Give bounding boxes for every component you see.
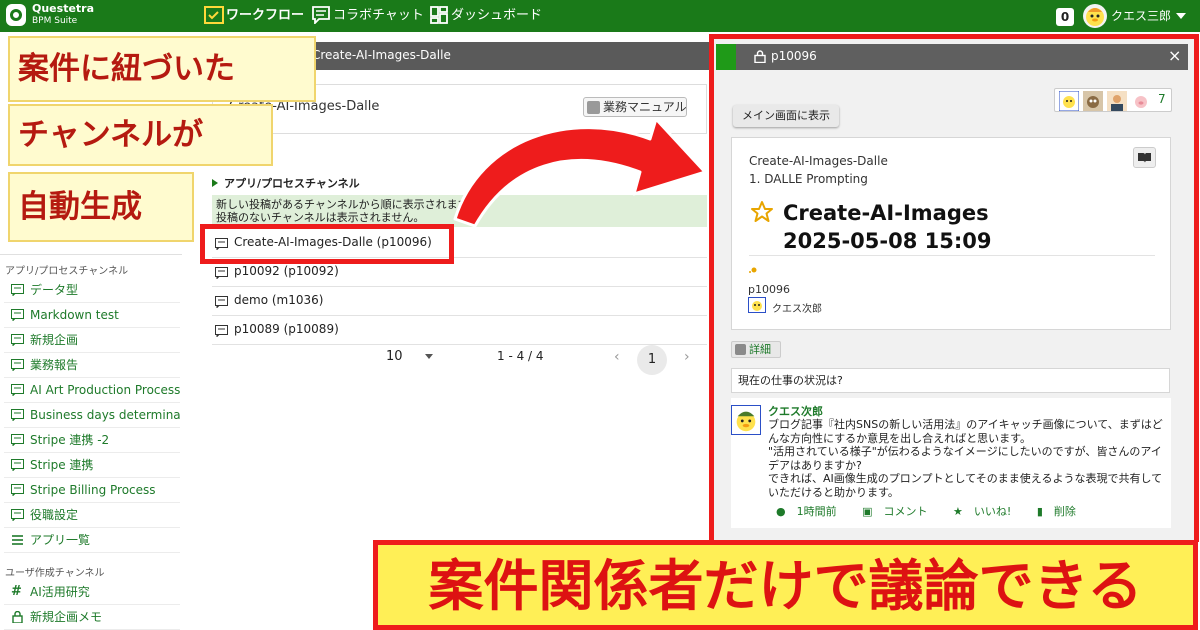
chevron-down-icon — [424, 354, 433, 359]
nav-chat-label: コラボチャット — [333, 8, 424, 23]
sidebar-item[interactable]: 役職設定 — [4, 503, 180, 528]
sidebar-item[interactable]: Stripe Billing Process — [4, 478, 180, 503]
page-size-select[interactable]: 10 — [386, 349, 433, 364]
sidebar-item-label: Stripe 連携 -2 — [30, 433, 110, 447]
page-range: 1 - 4 / 4 — [497, 349, 544, 363]
user-avatar[interactable] — [1083, 4, 1107, 28]
user-name[interactable]: クエス三郎 — [1111, 8, 1171, 24]
nav-dashboard[interactable]: ダッシュボード — [430, 6, 542, 26]
sidebar-item[interactable]: Stripe 連携 -2 — [4, 428, 180, 453]
channel-icon — [11, 509, 24, 521]
channel-icon — [11, 309, 24, 321]
sidebar-item[interactable]: Markdown test — [4, 303, 180, 328]
channel-row-label: p10092 (p10092) — [234, 264, 339, 278]
channel-icon — [215, 296, 228, 308]
duck-avatar-icon — [1086, 8, 1104, 26]
sidebar-item-label: アプリ一覧 — [30, 533, 91, 547]
sidebar-item[interactable]: 新規企画 — [4, 328, 180, 353]
notification-badge[interactable]: 0 — [1056, 8, 1074, 26]
hash-icon: # — [11, 584, 22, 599]
channel-icon — [215, 267, 228, 279]
channel-row[interactable]: p10089 (p10089) — [212, 316, 707, 345]
sidebar-item-app-list[interactable]: アプリ一覧 — [4, 528, 180, 553]
dashboard-icon — [430, 6, 448, 24]
callout-line-3: 自動生成 — [8, 172, 194, 242]
nav-workflow-label: ワークフロー — [226, 8, 305, 23]
channel-highlight-frame — [200, 224, 454, 264]
channel-row-label: p10089 (p10089) — [234, 322, 339, 336]
sidebar-user-item[interactable]: 新規企画メモ — [4, 605, 180, 630]
bottom-callout: 案件関係者だけで議論できる — [373, 540, 1198, 630]
chat-icon — [312, 6, 330, 24]
sidebar-item[interactable]: 業務報告 — [4, 353, 180, 378]
nav-workflow[interactable]: ワークフロー — [204, 6, 304, 26]
questetra-logo-icon — [6, 4, 26, 26]
sidebar-item[interactable]: Business days determina… — [4, 403, 180, 428]
channel-icon — [11, 484, 24, 496]
channel-row[interactable]: demo (m1036) — [212, 287, 707, 316]
callout-line-2: チャンネルが — [8, 104, 273, 166]
prev-page-icon[interactable]: ‹ — [614, 349, 620, 365]
sidebar-section-app: アプリ/プロセスチャンネル — [5, 266, 129, 277]
user-menu-caret-icon[interactable] — [1176, 13, 1186, 19]
channel-section-label: アプリ/プロセスチャンネル — [224, 177, 360, 190]
lock-icon — [12, 611, 23, 623]
page-button[interactable]: 1 — [637, 345, 667, 375]
sidebar-item-label: 業務報告 — [30, 358, 79, 372]
sidebar-item-label: Markdown test — [30, 308, 119, 322]
brand-subtitle: BPM Suite — [32, 16, 78, 26]
channel-icon — [11, 409, 24, 421]
sidebar-item-label: Business days determina… — [30, 408, 180, 422]
brand-name: Questetra — [32, 2, 95, 15]
curved-arrow-icon — [453, 117, 707, 228]
sidebar-item-label: AI Art Production Process — [30, 383, 180, 397]
sidebar-item[interactable]: Stripe 連携 — [4, 453, 180, 478]
sidebar-item-label: Stripe Billing Process — [30, 483, 156, 497]
sidebar-user-item[interactable]: # AI活用研究 — [4, 580, 180, 605]
channel-icon — [215, 325, 228, 337]
sidebar-item-label: 新規企画メモ — [30, 610, 103, 624]
sidebar-section-user: ユーザ作成チャンネル — [5, 568, 105, 579]
page-size-value: 10 — [386, 349, 403, 364]
top-bar: Questetra BPM Suite ワークフロー コラボチャット ダッシュボ… — [0, 0, 1200, 32]
channel-icon — [11, 359, 24, 371]
sidebar-divider — [0, 254, 182, 255]
channel-icon — [11, 434, 24, 446]
triangle-icon — [212, 179, 218, 187]
channel-section-title: アプリ/プロセスチャンネル — [212, 175, 360, 191]
callout-line-1: 案件に紐づいた — [8, 36, 316, 102]
sidebar-item[interactable]: データ型 — [4, 278, 180, 303]
list-icon — [12, 535, 23, 545]
channel-icon — [11, 459, 24, 471]
workflow-icon — [204, 6, 224, 24]
sidebar-item[interactable]: AI Art Production Process — [4, 378, 180, 403]
channel-icon — [11, 384, 24, 396]
nav-collab-chat[interactable]: コラボチャット — [312, 6, 424, 26]
sidebar-item-label: 役職設定 — [30, 508, 79, 522]
middle-header-title: Create-AI-Images-Dalle — [312, 48, 451, 62]
next-page-icon[interactable]: › — [684, 349, 690, 365]
sidebar-item-label: データ型 — [30, 283, 79, 297]
sidebar-item-label: AI活用研究 — [30, 585, 90, 599]
channel-icon — [11, 334, 24, 346]
channel-icon — [11, 284, 24, 296]
panel-highlight-frame — [709, 34, 1199, 542]
nav-dashboard-label: ダッシュボード — [451, 8, 543, 23]
channel-row-label: demo (m1036) — [234, 293, 324, 307]
bottom-callout-text: 案件関係者だけで議論できる — [428, 554, 1143, 618]
sidebar-item-label: Stripe 連携 — [30, 458, 94, 472]
sidebar-item-label: 新規企画 — [30, 333, 79, 347]
